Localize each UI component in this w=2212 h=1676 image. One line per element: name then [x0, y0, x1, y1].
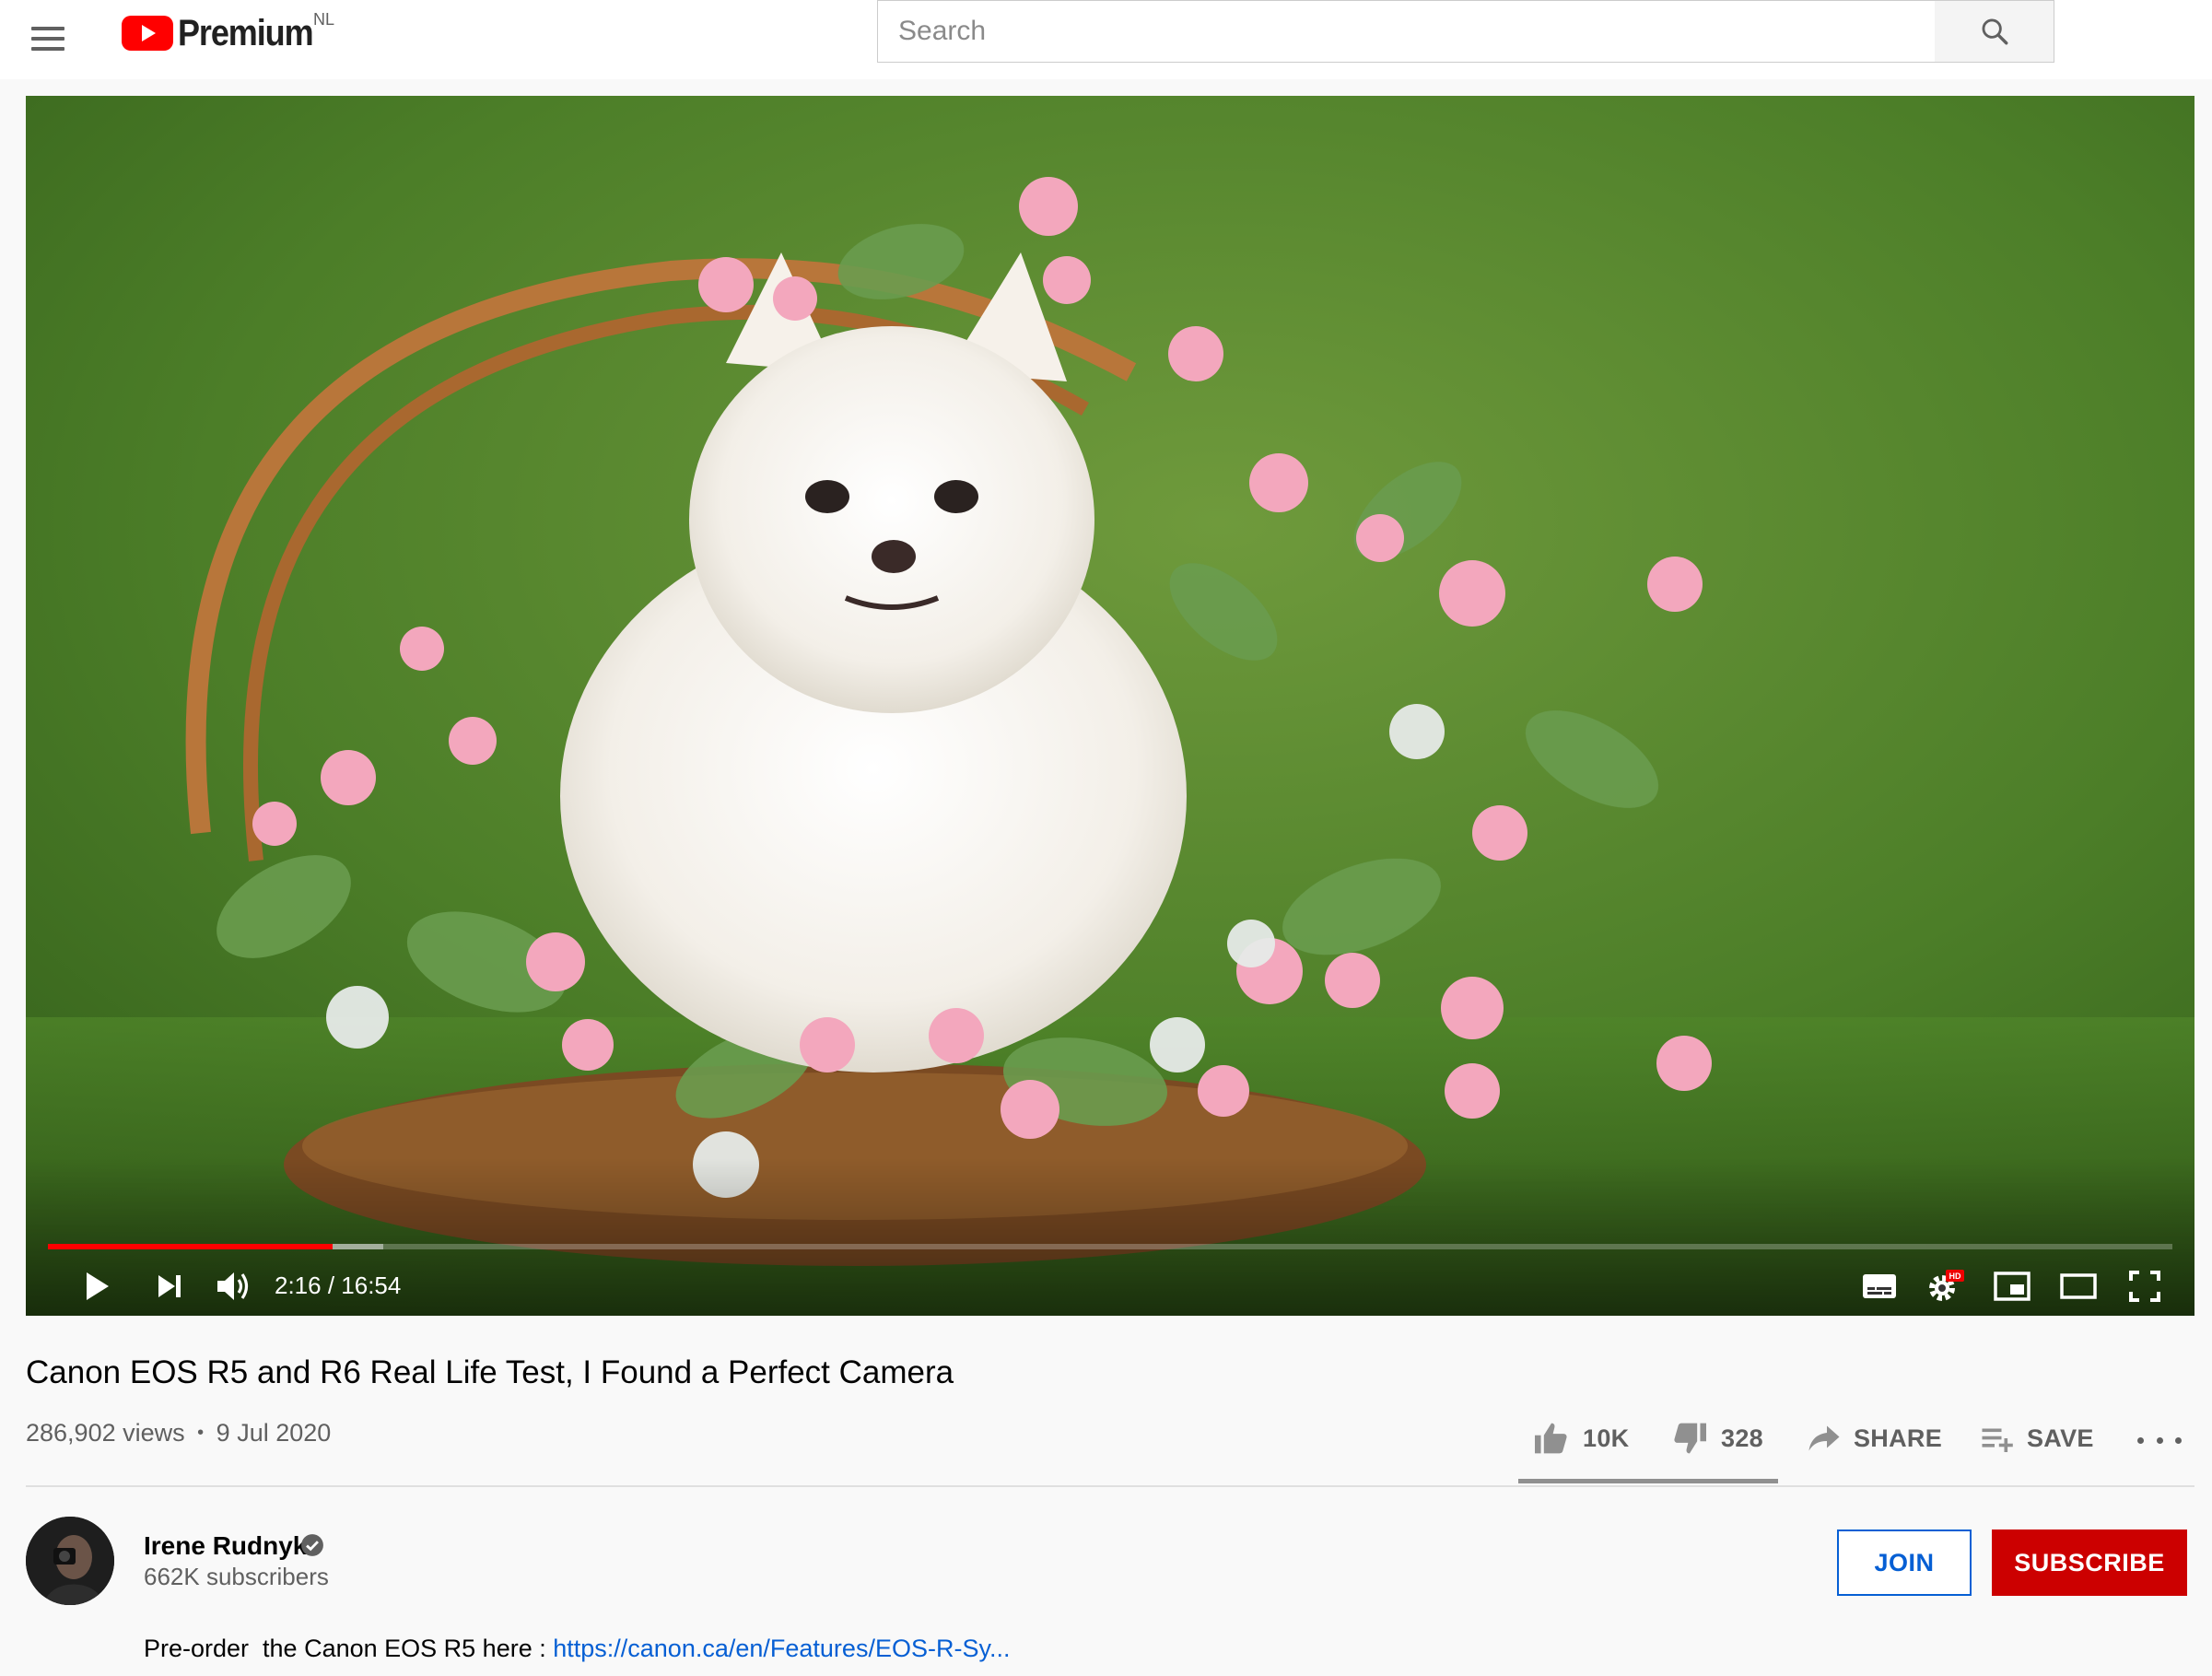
play-button[interactable]	[72, 1260, 123, 1312]
youtube-premium-logo[interactable]: Premium	[122, 13, 328, 53]
country-code: NL	[313, 10, 335, 29]
subscribe-button[interactable]: SUBSCRIBE	[1992, 1529, 2187, 1596]
progress-bar[interactable]	[48, 1244, 2172, 1249]
fullscreen-button[interactable]	[2119, 1260, 2171, 1312]
volume-icon	[217, 1272, 249, 1300]
description-text: Pre-order the Canon EOS R5 here :	[144, 1635, 554, 1662]
save-label: SAVE	[2027, 1424, 2094, 1452]
miniplayer-icon	[1994, 1272, 2031, 1301]
dislike-count: 328	[1721, 1424, 1763, 1452]
share-button[interactable]: SHARE	[1808, 1412, 1942, 1465]
meta-separator: •	[197, 1423, 205, 1443]
logo-text: Premium	[178, 13, 314, 53]
play-icon	[87, 1272, 109, 1300]
guide-menu-button[interactable]	[22, 13, 74, 64]
miniplayer-button[interactable]	[1986, 1260, 2038, 1312]
hd-badge: HD	[1949, 1272, 1961, 1281]
video-description: Pre-order the Canon EOS R5 here : https:…	[144, 1635, 1010, 1663]
like-button[interactable]: 10K	[1533, 1412, 1629, 1465]
upload-date: 9 Jul 2020	[216, 1419, 332, 1447]
thumbs-up-icon	[1535, 1423, 1567, 1454]
video-meta: 286,902 views • 9 Jul 2020	[26, 1419, 331, 1447]
more-actions-button[interactable]	[2137, 1426, 2182, 1454]
add-to-playlist-icon	[1982, 1428, 2013, 1452]
search-input[interactable]	[877, 0, 1937, 63]
subtitles-button[interactable]	[1854, 1260, 1905, 1312]
subtitles-icon	[1863, 1274, 1896, 1298]
time-display: 2:16 / 16:54	[275, 1272, 402, 1299]
subscriber-count: 662K subscribers	[144, 1563, 329, 1590]
sentiment-bar	[1518, 1479, 1778, 1483]
view-count: 286,902 views	[26, 1419, 185, 1447]
fullscreen-icon	[2129, 1271, 2160, 1302]
description-link[interactable]: https://canon.ca/en/Features/EOS-R-Sy...	[553, 1635, 1010, 1662]
theater-mode-icon	[2060, 1273, 2097, 1299]
gear-icon: HD	[1929, 1270, 1964, 1301]
save-button[interactable]: SAVE	[1981, 1412, 2094, 1465]
thumbs-down-icon	[1674, 1423, 1706, 1454]
join-button[interactable]: JOIN	[1837, 1529, 1972, 1596]
skip-next-icon	[158, 1275, 181, 1297]
masthead: Premium NL	[0, 0, 2212, 79]
progress-played	[48, 1244, 333, 1249]
like-count: 10K	[1583, 1424, 1630, 1452]
share-label: SHARE	[1854, 1424, 1943, 1452]
channel-name[interactable]: Irene Rudnyk	[144, 1531, 307, 1561]
avatar-image	[26, 1517, 114, 1605]
search-icon	[1982, 18, 2007, 45]
share-icon	[1808, 1425, 1840, 1451]
next-button[interactable]	[144, 1260, 195, 1312]
more-horiz-icon	[2137, 1436, 2144, 1444]
video-title: Canon EOS R5 and R6 Real Life Test, I Fo…	[26, 1354, 954, 1390]
divider	[26, 1485, 2194, 1487]
video-player[interactable]: 2:16 / 16:54 HD	[26, 96, 2194, 1316]
video-frame	[26, 96, 2194, 1316]
hamburger-icon	[31, 27, 64, 30]
verified-badge-icon	[301, 1534, 323, 1556]
channel-avatar[interactable]	[26, 1517, 114, 1605]
theater-mode-button[interactable]	[2053, 1260, 2104, 1312]
mute-button[interactable]	[208, 1260, 260, 1312]
search-button[interactable]	[1935, 0, 2054, 63]
youtube-play-logo-icon	[122, 16, 173, 51]
dislike-button[interactable]: 328	[1671, 1412, 1763, 1465]
settings-button[interactable]: HD	[1920, 1260, 1972, 1312]
